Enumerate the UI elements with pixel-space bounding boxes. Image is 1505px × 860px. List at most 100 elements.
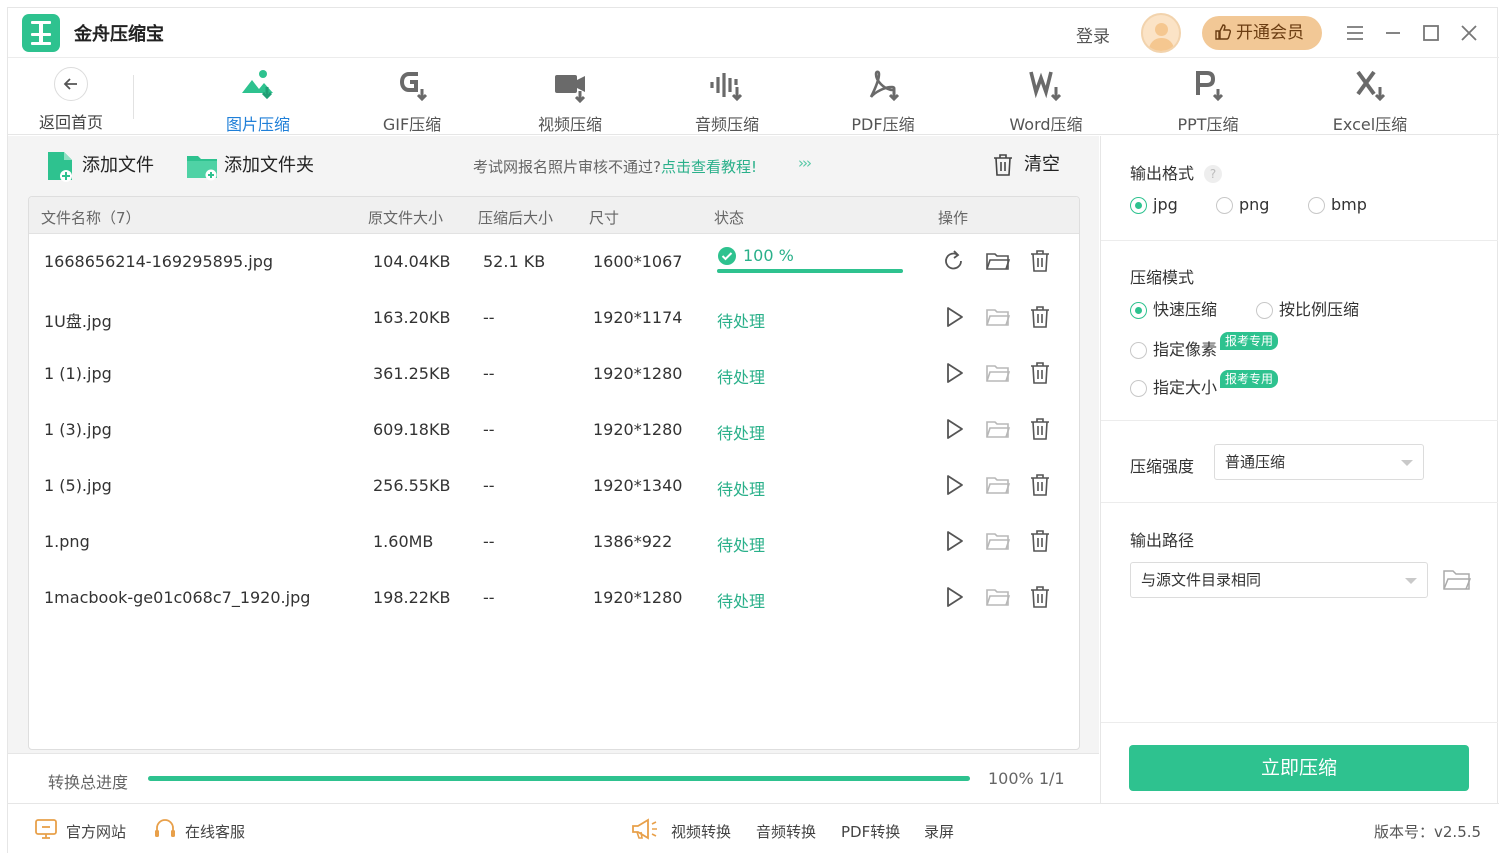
row-status: 待处理 — [717, 312, 766, 331]
format-png-radio[interactable]: png — [1216, 195, 1269, 215]
start-button[interactable] — [941, 472, 967, 498]
row-dims: 1920*1280 — [593, 364, 683, 383]
col-comp-size: 压缩后大小 — [478, 209, 554, 227]
row-status: 待处理 — [717, 536, 766, 555]
row-comp-size: -- — [483, 532, 495, 551]
delete-button[interactable] — [1027, 360, 1053, 386]
table-row: 1 (1).jpg 361.25KB -- 1920*1280 待处理 — [29, 346, 1079, 402]
open-folder-button[interactable] — [985, 472, 1011, 498]
tab-image-compress[interactable]: 图片压缩 — [198, 59, 318, 135]
tab-ppt-compress[interactable]: PPT压缩 — [1148, 59, 1268, 135]
tab-label: GIF压缩 — [382, 115, 442, 134]
delete-button[interactable] — [1027, 528, 1053, 554]
start-button[interactable] — [941, 360, 967, 386]
compress-now-button[interactable]: 立即压缩 — [1129, 745, 1469, 791]
delete-button[interactable] — [1027, 584, 1053, 610]
add-file-button[interactable]: 添加文件 — [46, 150, 154, 182]
tab-audio-compress[interactable]: 音频压缩 — [667, 59, 787, 135]
row-orig-size: 256.55KB — [373, 476, 451, 495]
col-name: 文件名称（7） — [41, 209, 141, 227]
exam-badge: 报考专用 — [1220, 370, 1279, 388]
row-file-name: 1macbook-ge01c068c7_1920.jpg — [44, 588, 311, 607]
open-folder-icon — [986, 365, 1011, 382]
menu-icon[interactable] — [1344, 22, 1366, 44]
table-row: 1macbook-ge01c068c7_1920.jpg 198.22KB -- 19… — [29, 570, 1079, 626]
tab-pdf-compress[interactable]: PDF压缩 — [823, 59, 943, 135]
open-folder-button[interactable] — [985, 360, 1011, 386]
open-folder-button[interactable] — [985, 304, 1011, 330]
open-folder-icon — [986, 309, 1011, 326]
col-dims: 尺寸 — [589, 209, 620, 227]
mode-size-radio[interactable]: 指定大小 — [1130, 378, 1217, 398]
output-format-title: 输出格式? — [1130, 160, 1223, 184]
add-folder-button[interactable]: 添加文件夹 — [186, 150, 314, 182]
app-logo-icon — [22, 14, 60, 52]
compress-mode-title: 压缩模式 — [1130, 268, 1195, 287]
row-file-name: 1 (3).jpg — [44, 420, 112, 439]
gif-icon — [399, 72, 428, 102]
add-folder-icon — [187, 156, 217, 181]
vip-button[interactable]: 开通会员 — [1202, 16, 1322, 50]
play-icon — [947, 419, 963, 439]
tutorial-notice: 考试网报名照片审核不通过?点击查看教程! — [473, 156, 757, 177]
open-folder-icon — [986, 589, 1011, 606]
delete-button[interactable] — [1027, 416, 1053, 442]
close-icon[interactable] — [1458, 22, 1480, 44]
open-folder-button[interactable] — [985, 416, 1011, 442]
row-orig-size: 163.20KB — [373, 308, 451, 327]
start-button[interactable] — [941, 416, 967, 442]
arrow-left-icon — [63, 78, 77, 90]
compress-strength-select[interactable]: 普通压缩 — [1214, 444, 1424, 480]
output-path-select[interactable]: 与源文件目录相同 — [1130, 562, 1428, 598]
tab-gif-compress[interactable]: GIF压缩 — [352, 59, 472, 135]
trash-icon — [1031, 530, 1049, 552]
delete-button[interactable] — [1027, 304, 1053, 330]
chevron-down-icon — [1401, 460, 1413, 466]
open-folder-button[interactable] — [985, 248, 1011, 274]
row-status: 100 % — [743, 246, 794, 265]
clear-button[interactable]: 清空 — [992, 152, 1060, 180]
notice-text: 考试网报名照片审核不通过? — [473, 158, 661, 176]
maximize-icon[interactable] — [1420, 22, 1442, 44]
start-button[interactable] — [941, 584, 967, 610]
open-folder-button[interactable] — [985, 584, 1011, 610]
mode-fast-radio[interactable]: 快速压缩 — [1130, 300, 1217, 320]
open-folder-button[interactable] — [985, 528, 1011, 554]
delete-button[interactable] — [1027, 248, 1053, 274]
start-button[interactable] — [941, 528, 967, 554]
tab-excel-compress[interactable]: Excel压缩 — [1310, 59, 1430, 135]
row-dims: 1920*1174 — [593, 308, 683, 327]
back-home-label: 返回首页 — [38, 113, 103, 132]
format-jpg-radio[interactable]: jpg — [1130, 195, 1178, 215]
format-bmp-radio[interactable]: bmp — [1308, 195, 1367, 215]
tutorial-link[interactable]: 点击查看教程! — [661, 158, 757, 176]
online-service-link[interactable]: 在线客服 — [155, 819, 245, 842]
start-button[interactable] — [941, 304, 967, 330]
official-website-link[interactable]: 官方网站 — [35, 819, 126, 842]
minimize-icon[interactable] — [1382, 22, 1404, 44]
tab-word-compress[interactable]: Word压缩 — [986, 59, 1106, 135]
footer-link-screen[interactable]: 录屏 — [924, 821, 954, 842]
tab-video-compress[interactable]: 视频压缩 — [510, 59, 630, 135]
mode-ratio-radio[interactable]: 按比例压缩 — [1256, 300, 1359, 320]
row-dims: 1920*1340 — [593, 476, 683, 495]
chevrons-right-icon[interactable]: ››› — [798, 154, 812, 172]
folder-icon[interactable] — [1443, 569, 1471, 591]
mode-pixel-radio[interactable]: 指定像素 — [1130, 340, 1217, 360]
footer-link-video[interactable]: 视频转换 — [671, 821, 731, 842]
back-home-button[interactable]: 返回首页 — [38, 65, 104, 133]
recompress-button[interactable] — [941, 248, 967, 274]
trash-icon — [994, 154, 1012, 176]
tab-label: 音频压缩 — [694, 115, 759, 134]
play-icon — [947, 475, 963, 495]
login-link[interactable]: 登录 — [1076, 22, 1110, 47]
delete-button[interactable] — [1027, 472, 1053, 498]
footer-link-pdf[interactable]: PDF转换 — [841, 821, 900, 842]
row-dims: 1386*922 — [593, 532, 673, 551]
excel-icon — [1356, 70, 1386, 102]
compress-strength-section: 压缩强度 普通压缩 — [1101, 421, 1498, 503]
footer-link-audio[interactable]: 音频转换 — [756, 821, 816, 842]
help-icon[interactable]: ? — [1204, 165, 1223, 183]
avatar[interactable] — [1141, 13, 1181, 53]
add-file-icon — [48, 152, 72, 182]
